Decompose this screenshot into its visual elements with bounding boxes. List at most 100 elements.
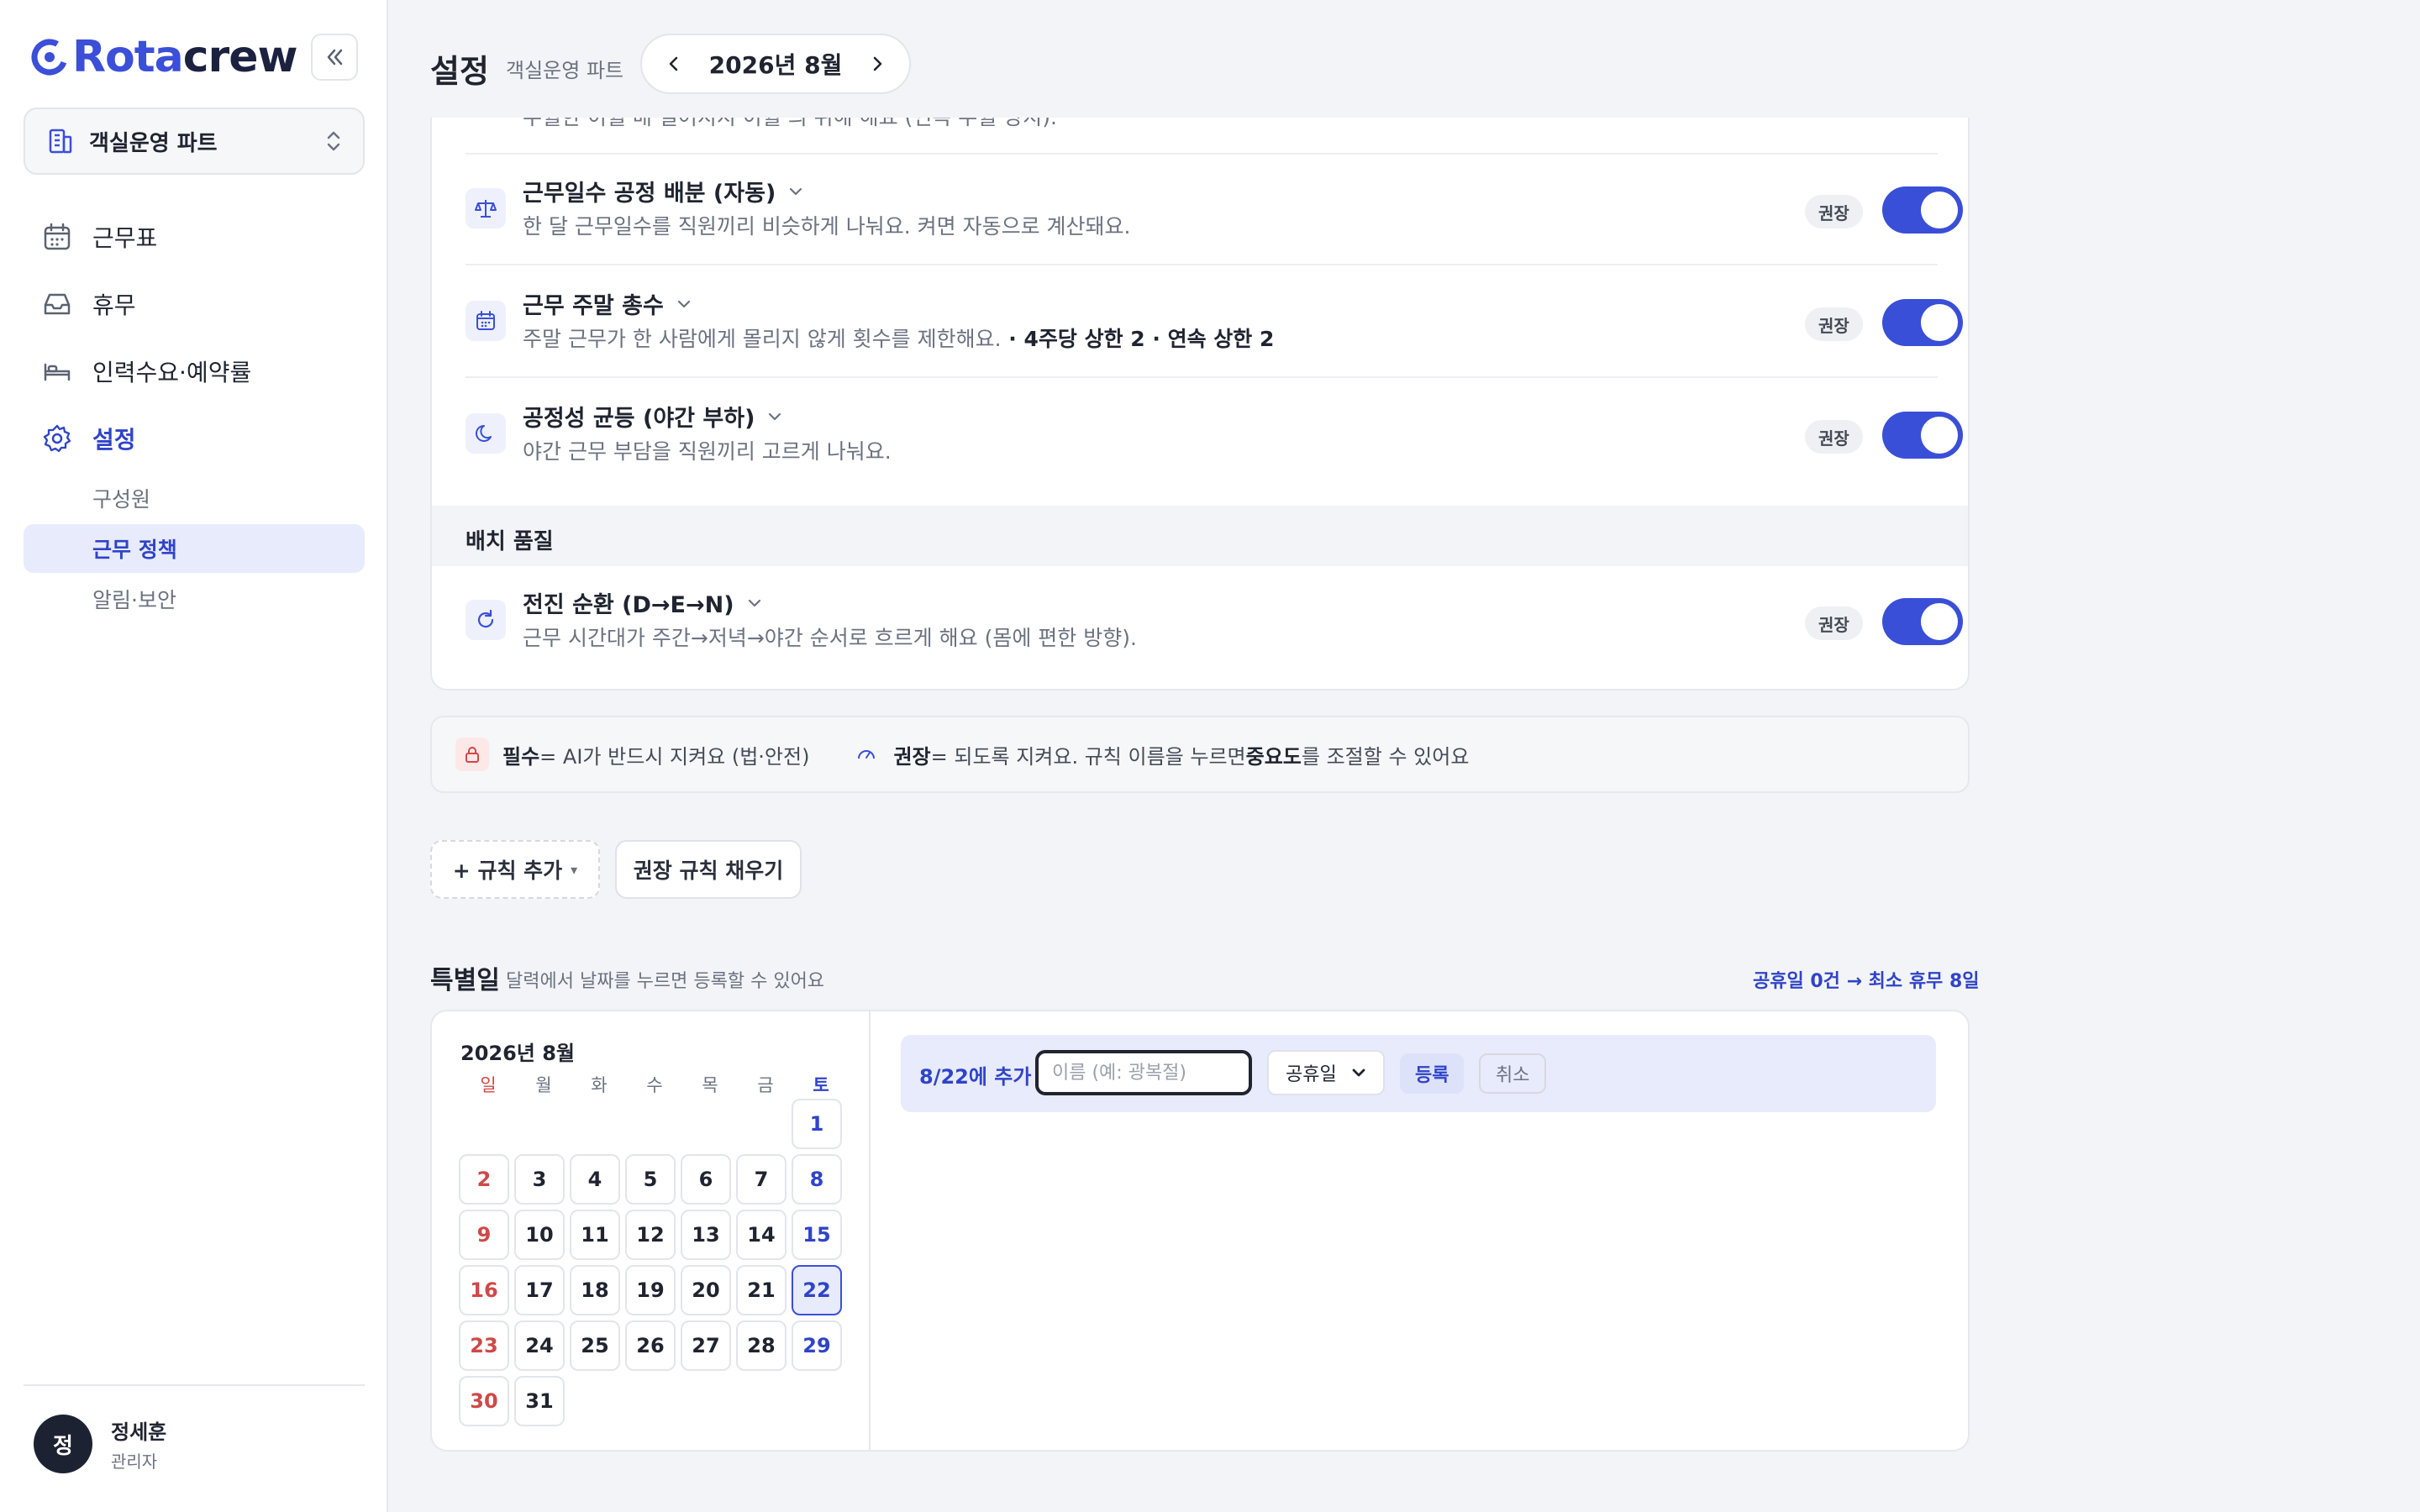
weekday-label: 수 — [646, 1075, 663, 1095]
lock-icon — [455, 738, 489, 771]
gear-icon — [43, 424, 71, 453]
weekday-label: 금 — [757, 1075, 774, 1095]
calendar-day[interactable]: 18 — [570, 1265, 620, 1315]
recommended-badge: 권장 — [1805, 606, 1863, 640]
special-days-summary: 공휴일 0건 → 최소 휴무 8일 — [1753, 971, 1980, 992]
legend-importance: 중요도 — [1245, 744, 1302, 769]
special-day-name-input[interactable] — [1035, 1050, 1252, 1095]
calendar-day[interactable]: 16 — [459, 1265, 509, 1315]
calendar-day[interactable]: 15 — [792, 1210, 842, 1260]
calendar-day[interactable]: 19 — [625, 1265, 676, 1315]
calendar-day[interactable]: 2 — [459, 1154, 509, 1205]
brand-logo[interactable]: Rotacrew — [30, 30, 297, 84]
calendar-day[interactable]: 24 — [514, 1320, 565, 1371]
calendar-day[interactable]: 7 — [736, 1154, 786, 1205]
refresh-icon — [466, 600, 506, 640]
chevron-up-down-icon — [327, 131, 340, 151]
subnav-item-notifications-security[interactable]: 알림·보안 — [24, 575, 365, 623]
moon-icon — [466, 413, 506, 454]
calendar-day[interactable]: 6 — [681, 1154, 731, 1205]
add-rule-button[interactable]: + 규칙 추가 ▾ — [430, 840, 600, 899]
next-month-button[interactable] — [865, 52, 889, 76]
calendar-day[interactable]: 8 — [792, 1154, 842, 1205]
calendar-day[interactable]: 9 — [459, 1210, 509, 1260]
rule-row: 공정성 균등 (야간 부하) 야간 근무 부담을 직원끼리 고르게 나눠요. 권… — [466, 380, 1963, 491]
nav-item-settings[interactable]: 설정 — [24, 405, 365, 472]
fill-recommended-rules-button[interactable]: 권장 규칙 채우기 — [615, 840, 802, 899]
user-role: 관리자 — [111, 1452, 158, 1472]
weekday-label: 일 — [480, 1075, 497, 1095]
calendar-day[interactable]: 21 — [736, 1265, 786, 1315]
nav-item-schedule[interactable]: 근무표 — [24, 203, 365, 270]
prev-month-button[interactable] — [662, 52, 686, 76]
chevron-down-icon — [748, 599, 760, 606]
rule-toggle[interactable] — [1882, 412, 1963, 459]
rule-title[interactable]: 근무일수 공정 배분 (자동) — [523, 175, 804, 207]
rule-title[interactable]: 근무 주말 총수 — [523, 287, 692, 320]
calendar-day[interactable]: 27 — [681, 1320, 731, 1371]
add-date-label: 8/22에 추가 — [919, 1065, 1032, 1089]
weekday-label: 토 — [813, 1075, 829, 1095]
toggle-knob — [1921, 603, 1958, 640]
rule-row: 근무일수 공정 배분 (자동) 한 달 근무일수를 직원끼리 비슷하게 나눠요.… — [466, 155, 1963, 265]
nav-label: 근무표 — [92, 224, 158, 252]
collapse-sidebar-button[interactable] — [311, 34, 358, 81]
sidebar: Rotacrew 객실운영 파트 근무표 휴무 인력수요·예약률 설정 구성원 … — [0, 0, 388, 1512]
calendar-day[interactable]: 17 — [514, 1265, 565, 1315]
calendar-day[interactable]: 5 — [625, 1154, 676, 1205]
brand-name: Rotacrew — [72, 32, 297, 82]
calendar-day[interactable]: 31 — [514, 1376, 565, 1426]
calendar-day[interactable]: 11 — [570, 1210, 620, 1260]
calendar-day[interactable]: 3 — [514, 1154, 565, 1205]
chevron-down-icon — [677, 300, 690, 307]
calendar-day[interactable]: 22 — [792, 1265, 842, 1315]
calendar-day[interactable]: 14 — [736, 1210, 786, 1260]
subnav-item-members[interactable]: 구성원 — [24, 474, 365, 522]
user-profile[interactable]: 정 정세훈 관리자 — [34, 1415, 166, 1473]
settings-subnav: 구성원 근무 정책 알림·보안 — [24, 474, 365, 623]
calendar-day[interactable]: 10 — [514, 1210, 565, 1260]
weekday-label: 화 — [591, 1075, 608, 1095]
calendar-day[interactable]: 13 — [681, 1210, 731, 1260]
mini-calendar: 2026년 8월 일 월 화 수 목 금 토 1 2 3 4 5 6 7 8 9 10 11 12 13… — [432, 1011, 871, 1450]
calendar-day[interactable]: 30 — [459, 1376, 509, 1426]
calendar-day[interactable]: 25 — [570, 1320, 620, 1371]
rule-description: 한 달 근무일수를 직원끼리 비슷하게 나눠요. 켜면 자동으로 계산돼요. — [523, 214, 1131, 239]
rule-toggle[interactable] — [1882, 186, 1963, 234]
calendar-day[interactable]: 1 — [792, 1099, 842, 1149]
page-title: 설정 — [430, 53, 489, 90]
weekday-label: 월 — [535, 1075, 552, 1095]
current-month: 2026년 8월 — [708, 51, 843, 79]
nav-item-demand[interactable]: 인력수요·예약률 — [24, 338, 365, 405]
calendar-weekdays: 일 월 화 수 목 금 토 — [460, 1072, 849, 1097]
sidebar-divider — [24, 1384, 365, 1386]
rule-toggle[interactable] — [1882, 598, 1963, 645]
team-selector-label: 객실운영 파트 — [89, 130, 218, 156]
calendar-day[interactable]: 12 — [625, 1210, 676, 1260]
calendar-day[interactable]: 4 — [570, 1154, 620, 1205]
subnav-item-work-policy[interactable]: 근무 정책 — [24, 524, 365, 573]
rule-description: 주말 근무가 한 사람에게 몰리지 않게 횟수를 제한해요. · 4주당 상한 … — [523, 327, 1275, 351]
calendar-day[interactable]: 20 — [681, 1265, 731, 1315]
inbox-icon — [44, 293, 71, 315]
calendar-icon — [466, 301, 506, 341]
calendar-day[interactable]: 26 — [625, 1320, 676, 1371]
calendar-day[interactable]: 29 — [792, 1320, 842, 1371]
cancel-button[interactable]: 취소 — [1479, 1053, 1547, 1094]
rule-title[interactable]: 공정성 균등 (야간 부하) — [523, 400, 783, 433]
nav-item-leave[interactable]: 휴무 — [24, 270, 365, 338]
legend-recommend-text-end: 를 조절할 수 있어요 — [1301, 744, 1470, 769]
user-name: 정세훈 — [111, 1420, 167, 1444]
calendar-day[interactable]: 28 — [736, 1320, 786, 1371]
legend-recommend-text: = 되도록 지켜요. 규칙 이름을 누르면 — [930, 744, 1246, 769]
recommended-badge: 권장 — [1805, 420, 1863, 454]
calendar-day[interactable]: 23 — [459, 1320, 509, 1371]
register-button[interactable]: 등록 — [1400, 1053, 1465, 1094]
special-day-type-select[interactable]: 공휴일 — [1267, 1050, 1385, 1095]
bed-icon — [44, 363, 71, 381]
team-selector[interactable]: 객실운영 파트 — [24, 108, 365, 175]
rule-toggle[interactable] — [1882, 299, 1963, 346]
rule-title[interactable]: 전진 순환 (D→E→N) — [523, 586, 763, 619]
rules-card: 우월한 이월 배 일어지지 이월 의 위해 해요 (연속 우월 방지). 근무일… — [430, 84, 1970, 690]
rule-limit-summary: · 4주당 상한 2 · 연속 상한 2 — [1001, 327, 1275, 351]
